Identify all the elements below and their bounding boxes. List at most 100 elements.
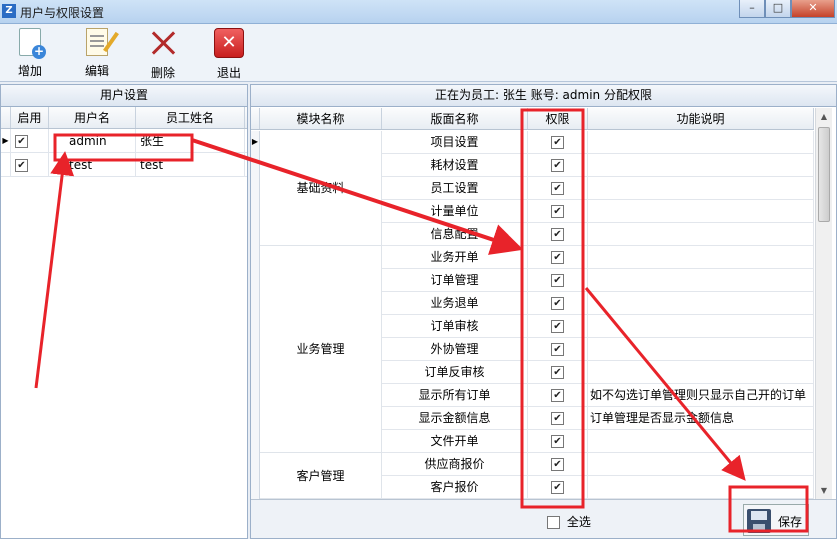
enabled-checkbox[interactable]: ✔ <box>15 159 28 172</box>
permission-row[interactable]: 订单管理 ✔ <box>382 269 814 292</box>
function-description-cell[interactable] <box>588 361 814 383</box>
permission-row[interactable]: 业务退单 ✔ <box>382 292 814 315</box>
employee-name-cell[interactable]: 张生 <box>136 129 245 152</box>
function-description-cell[interactable] <box>588 269 814 291</box>
permission-row[interactable]: 信息配置 ✔ <box>382 223 814 246</box>
page-name-cell[interactable]: 项目设置 <box>382 131 528 153</box>
permission-row[interactable]: 外协管理 ✔ <box>382 338 814 361</box>
permission-checkbox[interactable]: ✔ <box>551 435 564 448</box>
permission-cell: ✔ <box>528 177 588 199</box>
permission-checkbox[interactable]: ✔ <box>551 159 564 172</box>
minimize-button[interactable]: – <box>739 0 765 18</box>
function-description-cell[interactable] <box>588 453 814 475</box>
permission-checkbox[interactable]: ✔ <box>551 297 564 310</box>
page-name-cell[interactable]: 显示所有订单 <box>382 384 528 406</box>
page-name-cell[interactable]: 计量单位 <box>382 200 528 222</box>
page-name-cell[interactable]: 显示金额信息 <box>382 407 528 429</box>
column-page-name[interactable]: 版面名称 <box>382 108 528 129</box>
page-name-cell[interactable]: 订单管理 <box>382 269 528 291</box>
function-description-cell[interactable] <box>588 338 814 360</box>
page-name-cell[interactable]: 订单审核 <box>382 315 528 337</box>
close-button[interactable]: ✕ <box>791 0 835 18</box>
column-permission[interactable]: 权限 <box>528 108 588 129</box>
permission-checkbox[interactable]: ✔ <box>551 481 564 494</box>
exit-button[interactable]: ✕ 退出 <box>207 28 251 81</box>
page-name-cell[interactable]: 供应商报价 <box>382 453 528 475</box>
module-name-cell[interactable]: 基础资料 <box>260 131 382 246</box>
permission-checkbox[interactable]: ✔ <box>551 458 564 471</box>
permission-checkbox[interactable]: ✔ <box>551 251 564 264</box>
function-description-cell[interactable] <box>588 476 814 498</box>
function-description-cell[interactable] <box>588 292 814 314</box>
module-name-cell[interactable]: 业务管理 <box>260 246 382 453</box>
permission-row[interactable]: 订单审核 ✔ <box>382 315 814 338</box>
page-name-cell[interactable]: 订单反审核 <box>382 361 528 383</box>
page-name-cell[interactable]: 员工设置 <box>382 177 528 199</box>
permission-checkbox[interactable]: ✔ <box>551 274 564 287</box>
user-row[interactable]: ▶ ✔ admin 张生 <box>1 129 247 153</box>
permission-row[interactable]: 供应商报价 ✔ <box>382 453 814 476</box>
scroll-up-arrow-icon[interactable]: ▲ <box>816 108 832 125</box>
title-bar: Z 用户与权限设置 – □ ✕ <box>0 0 837 24</box>
user-row[interactable]: ✔ test test <box>1 153 247 177</box>
page-name-cell[interactable]: 信息配置 <box>382 223 528 245</box>
permission-checkbox[interactable]: ✔ <box>551 320 564 333</box>
username-cell[interactable]: test <box>49 153 136 176</box>
permission-checkbox[interactable]: ✔ <box>551 412 564 425</box>
page-name-cell[interactable]: 业务退单 <box>382 292 528 314</box>
permission-row[interactable]: 项目设置 ✔ <box>382 131 814 154</box>
column-enabled[interactable]: 启用 <box>11 107 49 128</box>
select-all-control[interactable]: 全选 <box>547 513 591 530</box>
username-cell[interactable]: admin <box>49 129 136 152</box>
permission-checkbox[interactable]: ✔ <box>551 228 564 241</box>
add-button[interactable]: 增加 <box>8 28 52 79</box>
delete-button[interactable]: 删除 <box>141 28 185 81</box>
page-name-cell[interactable]: 业务开单 <box>382 246 528 268</box>
permission-row[interactable]: 显示所有订单 ✔ 如不勾选订单管理则只显示自己开的订单 <box>382 384 814 407</box>
column-module-name[interactable]: 模块名称 <box>260 108 382 129</box>
vertical-scrollbar[interactable]: ▲ ▼ <box>815 108 832 499</box>
permission-cell: ✔ <box>528 384 588 406</box>
function-description-cell[interactable] <box>588 223 814 245</box>
edit-button[interactable]: 编辑 <box>75 28 119 79</box>
function-description-cell[interactable] <box>588 200 814 222</box>
column-employee-name[interactable]: 员工姓名 <box>136 107 245 128</box>
permission-checkbox[interactable]: ✔ <box>551 205 564 218</box>
function-description-cell[interactable]: 如不勾选订单管理则只显示自己开的订单 <box>588 384 814 406</box>
function-description-cell[interactable] <box>588 430 814 452</box>
permission-row[interactable]: 订单反审核 ✔ <box>382 361 814 384</box>
function-description-cell[interactable] <box>588 315 814 337</box>
permission-row[interactable]: 耗材设置 ✔ <box>382 154 814 177</box>
scroll-down-arrow-icon[interactable]: ▼ <box>816 482 832 499</box>
employee-name-cell[interactable]: test <box>136 153 245 176</box>
maximize-button[interactable]: □ <box>765 0 791 18</box>
permission-row[interactable]: 文件开单 ✔ <box>382 430 814 453</box>
permission-row[interactable]: 显示金额信息 ✔ 订单管理是否显示金额信息 <box>382 407 814 430</box>
page-name-cell[interactable]: 外协管理 <box>382 338 528 360</box>
permission-row[interactable]: 客户报价 ✔ <box>382 476 814 499</box>
edit-label: 编辑 <box>84 64 109 78</box>
save-button[interactable]: 保存 <box>743 504 809 536</box>
function-description-cell[interactable] <box>588 246 814 268</box>
page-name-cell[interactable]: 客户报价 <box>382 476 528 498</box>
permission-checkbox[interactable]: ✔ <box>551 366 564 379</box>
function-description-cell[interactable]: 订单管理是否显示金额信息 <box>588 407 814 429</box>
permission-checkbox[interactable]: ✔ <box>551 182 564 195</box>
function-description-cell[interactable] <box>588 177 814 199</box>
select-all-checkbox[interactable] <box>547 516 560 529</box>
page-name-cell[interactable]: 耗材设置 <box>382 154 528 176</box>
page-name-cell[interactable]: 文件开单 <box>382 430 528 452</box>
function-description-cell[interactable] <box>588 154 814 176</box>
permission-checkbox[interactable]: ✔ <box>551 136 564 149</box>
module-name-cell[interactable]: 客户管理 <box>260 453 382 499</box>
permission-row[interactable]: 计量单位 ✔ <box>382 200 814 223</box>
scroll-thumb[interactable] <box>818 127 830 222</box>
column-function-description[interactable]: 功能说明 <box>588 108 814 129</box>
function-description-cell[interactable] <box>588 131 814 153</box>
enabled-checkbox[interactable]: ✔ <box>15 135 28 148</box>
permission-checkbox[interactable]: ✔ <box>551 343 564 356</box>
column-username[interactable]: 用户名 <box>49 107 136 128</box>
permission-row[interactable]: 业务开单 ✔ <box>382 246 814 269</box>
permission-row[interactable]: 员工设置 ✔ <box>382 177 814 200</box>
permission-checkbox[interactable]: ✔ <box>551 389 564 402</box>
